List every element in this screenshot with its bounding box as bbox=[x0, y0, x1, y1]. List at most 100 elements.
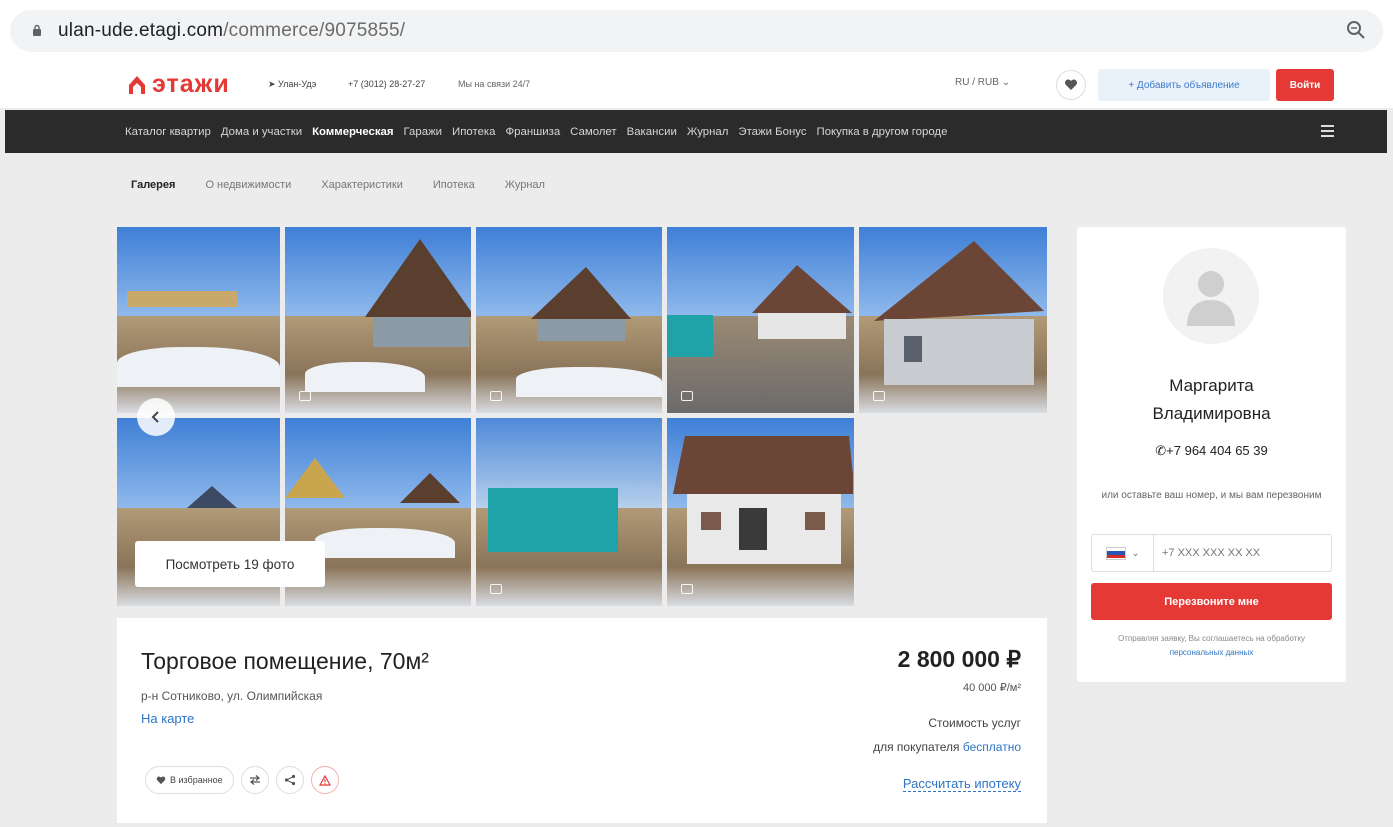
user-avatar-icon bbox=[1187, 271, 1235, 326]
listing-address: р-н Сотниково, ул. Олимпийская bbox=[141, 689, 323, 703]
photo-icon bbox=[681, 391, 693, 401]
url-host: ulan-ude.etagi.com bbox=[58, 20, 224, 41]
service-cost-label: Стоимость услуг bbox=[928, 716, 1021, 730]
gallery-photo[interactable] bbox=[667, 227, 854, 413]
logo-text: этажи bbox=[152, 70, 230, 98]
lock-icon bbox=[33, 24, 41, 36]
report-button[interactable] bbox=[310, 766, 339, 794]
add-to-favorites-button[interactable]: В избранное bbox=[145, 766, 234, 794]
phone-icon: ✆ bbox=[1155, 443, 1167, 458]
agent-phone-number: +7 964 404 65 39 bbox=[1166, 443, 1268, 458]
nav-item-houses[interactable]: Дома и участки bbox=[221, 126, 302, 138]
nav-item-apartments[interactable]: Каталог квартир bbox=[125, 126, 211, 138]
city-selector[interactable]: ➤ Улан-Удэ bbox=[268, 79, 316, 90]
photo-building bbox=[127, 291, 237, 307]
service-cost-value: для покупателя бесплатно bbox=[873, 740, 1021, 754]
personal-data-link[interactable]: персональных данных bbox=[1170, 648, 1254, 657]
agent-first-name: Маргарита bbox=[1169, 376, 1254, 395]
subtab-characteristics[interactable]: Характеристики bbox=[310, 171, 414, 199]
logo-house-icon bbox=[129, 75, 145, 94]
callback-note: или оставьте ваш номер, и мы вам перезво… bbox=[1101, 490, 1322, 501]
photo-snow bbox=[315, 528, 455, 558]
compare-icon bbox=[249, 775, 260, 785]
consent-body: Отправляя заявку, Вы соглашаетесь на обр… bbox=[1118, 634, 1305, 643]
view-all-photos-button[interactable]: Посмотреть 19 фото bbox=[135, 541, 325, 587]
listing-subtabs: Галерея О недвижимости Характеристики Ип… bbox=[120, 171, 556, 199]
photo-icon bbox=[299, 391, 311, 401]
compare-button[interactable] bbox=[240, 766, 269, 794]
listing-title: Торговое помещение, 70м² bbox=[141, 648, 429, 674]
listing-card: Торговое помещение, 70м² р-н Сотниково, … bbox=[117, 618, 1047, 823]
url-text[interactable]: ulan-ude.etagi.com/commerce/9075855/ bbox=[58, 20, 405, 42]
photo-house bbox=[285, 458, 345, 498]
nav-item-mortgage[interactable]: Ипотека bbox=[452, 126, 495, 138]
agent-contact-panel: Маргарита Владимировна ✆+7 964 404 65 39… bbox=[1077, 227, 1346, 682]
nav-item-commercial[interactable]: Коммерческая bbox=[312, 126, 393, 138]
gallery-photo[interactable] bbox=[667, 418, 854, 606]
heart-icon bbox=[1064, 79, 1078, 90]
nav-item-vacancies[interactable]: Вакансии bbox=[627, 126, 677, 138]
gallery-photo[interactable] bbox=[476, 418, 662, 606]
photo-house bbox=[874, 241, 1044, 385]
russia-flag-icon bbox=[1105, 546, 1126, 560]
url-path: /commerce/9075855/ bbox=[223, 20, 406, 41]
photo-house bbox=[400, 473, 460, 503]
lang-currency-selector[interactable]: RU / RUB ⌄ bbox=[955, 77, 1010, 88]
nav-item-samolet[interactable]: Самолет bbox=[570, 126, 616, 138]
photo-icon bbox=[873, 391, 885, 401]
site-logo[interactable]: этажи bbox=[128, 72, 230, 97]
service-cost-free: бесплатно bbox=[962, 740, 1021, 754]
subtab-mortgage[interactable]: Ипотека bbox=[422, 171, 486, 199]
call-me-button[interactable]: Перезвоните мне bbox=[1091, 583, 1332, 620]
photo-house bbox=[365, 239, 471, 347]
gallery-photo[interactable] bbox=[117, 227, 280, 413]
nav-item-garages[interactable]: Гаражи bbox=[404, 126, 443, 138]
gallery-photo[interactable] bbox=[285, 227, 471, 413]
country-code-selector[interactable]: ⌄ bbox=[1092, 535, 1154, 571]
burger-menu-icon[interactable] bbox=[1321, 125, 1334, 137]
location-arrow-icon: ➤ bbox=[268, 79, 279, 89]
agent-phone[interactable]: ✆+7 964 404 65 39 bbox=[1077, 443, 1346, 459]
gallery-photo[interactable] bbox=[476, 227, 662, 413]
subtab-gallery[interactable]: Галерея bbox=[120, 171, 186, 199]
chevron-down-icon: ⌄ bbox=[1131, 547, 1140, 558]
nav-item-other-city[interactable]: Покупка в другом городе bbox=[817, 126, 948, 138]
header-hours: Мы на связи 24/7 bbox=[458, 79, 531, 89]
callback-phone-input[interactable] bbox=[1162, 535, 1327, 571]
login-button[interactable]: Войти bbox=[1276, 69, 1334, 101]
agent-patronymic: Владимировна bbox=[1152, 404, 1271, 423]
share-icon bbox=[284, 774, 295, 786]
nav-item-journal[interactable]: Журнал bbox=[687, 126, 729, 138]
photo-icon bbox=[681, 584, 693, 594]
subtab-journal[interactable]: Журнал bbox=[494, 171, 556, 199]
photo-house bbox=[673, 436, 853, 564]
gallery-photo[interactable] bbox=[859, 227, 1047, 413]
add-listing-button[interactable]: + Добавить объявление bbox=[1098, 69, 1270, 101]
map-link[interactable]: На карте bbox=[141, 711, 194, 726]
listing-price: 2 800 000 ₽ bbox=[897, 646, 1021, 672]
city-name: Улан-Удэ bbox=[278, 79, 317, 89]
share-button[interactable] bbox=[275, 766, 304, 794]
callback-phone-field: ⌄ bbox=[1091, 534, 1332, 572]
zoom-icon[interactable] bbox=[1346, 20, 1366, 40]
photo-fence bbox=[667, 315, 713, 357]
photo-gate bbox=[488, 488, 618, 552]
gallery-prev-button[interactable] bbox=[137, 398, 175, 436]
price-per-m2: 40 000 ₽/м² bbox=[963, 682, 1021, 694]
agent-name: Маргарита Владимировна bbox=[1077, 372, 1346, 428]
photo-icon bbox=[490, 391, 502, 401]
calculate-mortgage-link[interactable]: Рассчитать ипотеку bbox=[902, 776, 1021, 792]
service-cost-buyer: для покупателя bbox=[873, 740, 960, 754]
photo-snow bbox=[305, 362, 425, 392]
photo-snow bbox=[117, 347, 280, 387]
favorites-button[interactable] bbox=[1056, 70, 1086, 100]
header-phone[interactable]: +7 (3012) 28-27-27 bbox=[348, 79, 425, 89]
main-navigation: Каталог квартир Дома и участки Коммерчес… bbox=[5, 110, 1387, 153]
subtab-about[interactable]: О недвижимости bbox=[194, 171, 302, 199]
main-nav-list: Каталог квартир Дома и участки Коммерчес… bbox=[125, 110, 957, 153]
listing-actions: В избранное bbox=[145, 766, 339, 794]
photo-snow bbox=[516, 367, 662, 397]
photo-house bbox=[531, 267, 631, 341]
nav-item-bonus[interactable]: Этажи Бонус bbox=[738, 126, 806, 138]
nav-item-franchise[interactable]: Франшиза bbox=[505, 126, 560, 138]
